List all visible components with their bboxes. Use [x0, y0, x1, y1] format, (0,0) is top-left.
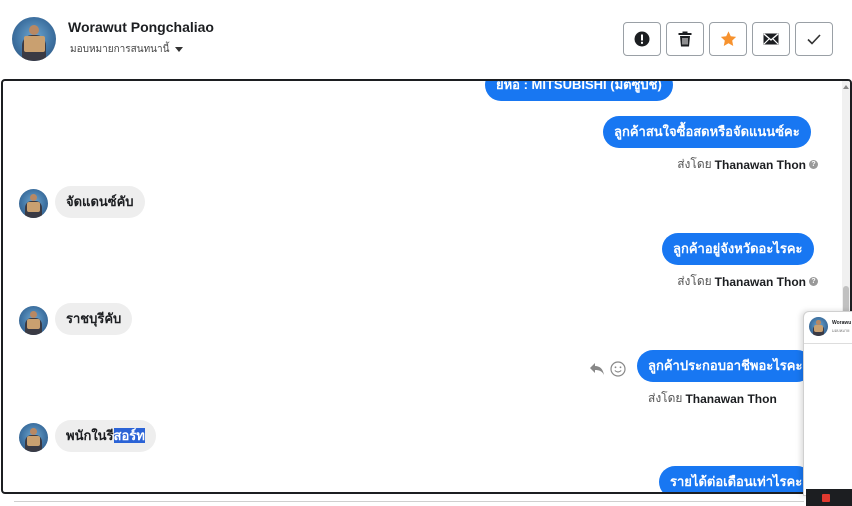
mark-spam-button[interactable] — [623, 22, 661, 56]
sent-by-label: ส่งโดย Thanawan Thon ? — [677, 155, 818, 174]
trash-icon — [678, 31, 692, 47]
message-outgoing[interactable]: ยี่ห้อ : MITSUBISHI (มิตซูบิชิ) — [485, 81, 673, 101]
contact-avatar — [19, 306, 48, 335]
message-outgoing[interactable]: ลูกค้าสนใจซื้อสดหรือจัดแนนซ์คะ — [603, 116, 811, 148]
alert-icon — [634, 31, 650, 47]
email-button[interactable] — [752, 22, 790, 56]
contact-avatar — [19, 423, 48, 452]
mail-icon — [763, 33, 779, 45]
popout-divider — [804, 343, 852, 344]
caret-down-icon — [175, 47, 184, 52]
reply-icon[interactable] — [589, 362, 605, 376]
emoji-icon[interactable] — [610, 361, 626, 377]
delete-button[interactable] — [666, 22, 704, 56]
mark-done-button[interactable] — [795, 22, 833, 56]
message-outgoing[interactable]: ลูกค้าประกอบอาชีพอะไรคะ — [637, 350, 814, 382]
message-hover-tools — [589, 361, 626, 377]
help-icon[interactable]: ? — [809, 160, 818, 169]
conversation-header: Worawut Pongchaliao มอบหมายการสนทนานี้ — [0, 0, 852, 78]
contact-name[interactable]: Worawut Pongchaliao — [68, 19, 214, 35]
sent-by-prefix: ส่งโดย — [648, 391, 683, 405]
sent-by-agent: Thanawan Thon — [714, 157, 806, 172]
contact-avatar[interactable] — [12, 17, 56, 61]
contact-avatar — [19, 189, 48, 218]
sent-by-agent: Thanawan Thon — [714, 274, 806, 289]
calendar-icon — [822, 494, 830, 502]
assign-label: มอบหมายการสนทนานี้ — [70, 44, 170, 55]
check-icon — [807, 33, 821, 45]
message-incoming[interactable]: ราชบุรีคับ — [55, 303, 133, 335]
sent-by-prefix: ส่งโดย — [677, 274, 712, 288]
message-incoming[interactable]: จัดแดนซ์คับ — [55, 186, 145, 218]
star-icon — [720, 31, 736, 46]
assign-conversation-dropdown[interactable]: มอบหมายการสนทนานี้ — [70, 42, 184, 57]
chat-thread[interactable]: ยี่ห้อ : MITSUBISHI (มิตซูบิชิ) ลูกค้าสน… — [1, 79, 852, 494]
popout-assign-label: มอบหมาย — [832, 328, 850, 333]
sent-by-agent: Thanawan Thon — [685, 391, 777, 406]
scroll-thumb[interactable] — [843, 286, 849, 314]
message-text: พนักในรี — [66, 428, 114, 443]
minimized-chat-tab[interactable] — [806, 489, 852, 506]
message-outgoing[interactable]: ลูกค้าอยู่จังหวัดอะไรคะ — [662, 233, 814, 265]
scroll-up-icon[interactable] — [843, 85, 849, 89]
selected-text: สอร์ท — [113, 428, 145, 443]
chat-popout-window[interactable]: Worawu มอบหมาย — [803, 311, 852, 496]
sent-by-prefix: ส่งโดย — [677, 157, 712, 171]
action-toolbar — [623, 22, 833, 56]
help-icon[interactable]: ? — [809, 277, 818, 286]
star-button[interactable] — [709, 22, 747, 56]
sent-by-label: ส่งโดย Thanawan Thon — [648, 389, 777, 408]
popout-avatar — [809, 317, 828, 336]
sent-by-label: ส่งโดย Thanawan Thon ? — [677, 272, 818, 291]
message-incoming[interactable]: พนักในรีสอร์ท — [55, 420, 156, 452]
message-outgoing[interactable]: รายได้ต่อเดือนเท่าไรคะ — [659, 466, 814, 492]
popout-contact-name: Worawu — [832, 320, 852, 326]
composer-divider — [14, 501, 804, 502]
